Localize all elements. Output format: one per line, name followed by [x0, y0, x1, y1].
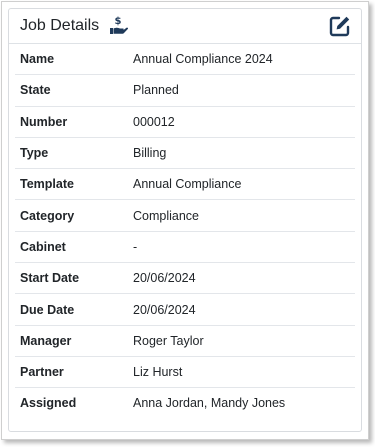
- field-label: Cabinet: [20, 239, 66, 254]
- field-label: Name: [20, 52, 55, 67]
- detail-row-number: Number 000012: [15, 107, 355, 138]
- field-value: Liz Hurst: [133, 365, 183, 380]
- detail-row-category: Category Compliance: [15, 200, 355, 232]
- svg-text:$: $: [115, 16, 122, 27]
- field-label: Due Date: [20, 302, 75, 317]
- detail-row-due-date: Due Date 20/06/2024: [15, 294, 355, 326]
- card-header: Job Details $: [9, 9, 361, 44]
- field-value: Roger Taylor: [133, 333, 204, 348]
- field-label: Template: [20, 177, 74, 192]
- hand-holding-dollar-icon: $: [109, 15, 129, 35]
- field-label: Type: [20, 146, 49, 161]
- field-label: Category: [20, 208, 75, 223]
- field-value: Billing: [133, 146, 167, 161]
- detail-row-assigned: Assigned Anna Jordan, Mandy Jones: [15, 388, 355, 418]
- screenshot-frame: Job Details $ Name Annual Compliance 202…: [1, 1, 369, 440]
- field-value: 20/06/2024: [133, 271, 196, 286]
- field-label: Manager: [20, 333, 72, 348]
- field-label: Partner: [20, 365, 64, 380]
- edit-button[interactable]: [329, 15, 351, 37]
- field-value: 000012: [133, 114, 175, 129]
- detail-row-name: Name Annual Compliance 2024: [15, 44, 355, 76]
- detail-row-partner: Partner Liz Hurst: [15, 357, 355, 389]
- detail-row-start-date: Start Date 20/06/2024: [15, 263, 355, 295]
- details-list: Name Annual Compliance 2024 State Planne…: [9, 44, 361, 419]
- field-value: Annual Compliance 2024: [133, 52, 273, 67]
- field-value: Compliance: [133, 208, 200, 223]
- field-label: State: [20, 83, 51, 98]
- job-details-card: Job Details $ Name Annual Compliance 202…: [8, 8, 362, 432]
- detail-row-template: Template Annual Compliance: [15, 169, 355, 201]
- field-label: Assigned: [20, 396, 77, 411]
- card-title: Job Details: [20, 17, 100, 34]
- field-value: Anna Jordan, Mandy Jones: [133, 396, 286, 411]
- field-label: Start Date: [20, 271, 80, 286]
- detail-row-state: State Planned: [15, 75, 355, 107]
- detail-row-type: Type Billing: [15, 138, 355, 170]
- edit-icon: [329, 16, 350, 37]
- field-value: Annual Compliance: [133, 177, 242, 192]
- detail-row-cabinet: Cabinet -: [15, 232, 355, 264]
- field-value: -: [133, 239, 138, 254]
- field-label: Number: [20, 114, 68, 129]
- detail-row-manager: Manager Roger Taylor: [15, 326, 355, 357]
- field-value: Planned: [133, 83, 179, 98]
- field-value: 20/06/2024: [133, 302, 196, 317]
